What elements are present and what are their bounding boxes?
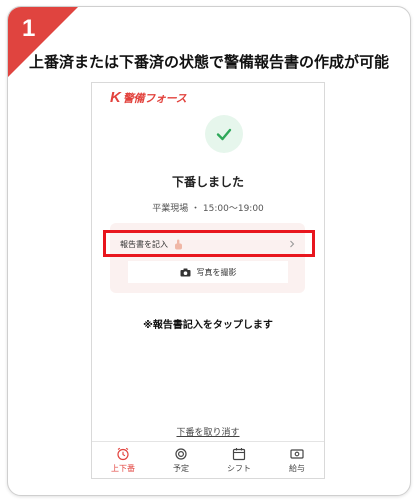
tab-label: 予定 (173, 463, 189, 473)
tab-clock-in-out[interactable]: 上下番 (111, 447, 135, 474)
take-photo-button[interactable]: 写真を撮影 (128, 261, 288, 283)
ring-icon (174, 447, 188, 461)
site-info: 平業現場 ・ 15:00〜19:00 (152, 204, 264, 214)
tab-shift[interactable]: シフト (227, 447, 251, 474)
tab-label: 給与 (289, 463, 305, 473)
tab-label: シフト (227, 463, 251, 473)
tab-schedule[interactable]: 予定 (173, 447, 189, 474)
step-number: 1 (22, 15, 36, 42)
camera-icon (180, 268, 191, 277)
report-highlight-box (103, 230, 315, 257)
take-photo-label: 写真を撮影 (196, 267, 237, 277)
tab-label: 上下番 (111, 463, 135, 473)
instruction-note: ※報告書記入をタップします (143, 320, 273, 331)
status-title: 下番しました (171, 175, 244, 189)
tab-salary[interactable]: 給与 (289, 447, 305, 474)
instruction-heading: 上番済または下番済の状態で警備報告書の作成が可能 (28, 53, 389, 71)
brand-name: 警備フォース (122, 91, 187, 105)
cancel-clock-out-link[interactable]: 下番を取り消す (92, 425, 324, 438)
bottom-tab-bar: 上下番 予定 シフト 給与 (92, 441, 324, 478)
check-icon (205, 115, 243, 153)
calendar-icon (232, 447, 246, 461)
brand-letter: K (110, 89, 121, 106)
alarm-clock-icon (116, 447, 130, 461)
app-logo: K 警備フォース (110, 89, 187, 106)
phone-screen: K 警備フォース 下番しました 平業現場 ・ 15:00〜19:00 報告書を記… (91, 82, 325, 479)
money-icon (290, 447, 304, 461)
